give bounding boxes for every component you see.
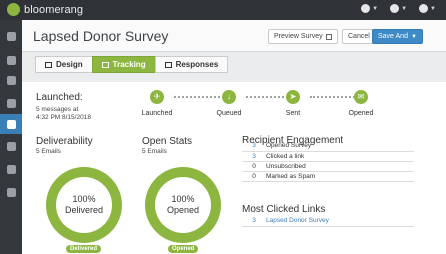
delivered-badge: Delivered bbox=[66, 245, 102, 253]
count-cell: 0 bbox=[242, 171, 266, 182]
tab-design[interactable]: Design bbox=[35, 56, 93, 73]
paper-plane-icon: ➤ bbox=[286, 90, 300, 104]
table-row[interactable]: 3 Opened Survey bbox=[242, 141, 414, 152]
deliverability-title: Deliverability bbox=[36, 136, 93, 147]
table-row: 3 Lapsed Donor Survey bbox=[242, 217, 414, 227]
preview-survey-label: Preview Survey bbox=[274, 33, 323, 40]
open-stats-word: Opened bbox=[166, 205, 200, 215]
queue-icon: ↓ bbox=[222, 90, 236, 104]
sidebar-item-share[interactable] bbox=[0, 136, 22, 156]
deliverability-donut: 100% Delivered bbox=[46, 167, 122, 243]
launched-label: Launched: bbox=[36, 92, 83, 103]
launched-details: 5 messages at 4:32 PM 8/15/2018 bbox=[36, 106, 106, 122]
cancel-button[interactable]: Cancel bbox=[342, 29, 376, 44]
brand-name: bloomerang bbox=[24, 3, 84, 16]
step-opened: ✉ Opened bbox=[336, 90, 386, 117]
sidebar bbox=[0, 20, 22, 254]
table-row: 0 Unsubscribed bbox=[242, 161, 414, 172]
page-title: Lapsed Donor Survey bbox=[33, 28, 169, 44]
sidebar-item-email[interactable] bbox=[0, 114, 22, 134]
deliverability-word: Delivered bbox=[64, 205, 104, 215]
sidebar-item-reports[interactable] bbox=[0, 159, 22, 179]
rocket-icon: ✈ bbox=[150, 90, 164, 104]
count-cell: 0 bbox=[242, 161, 266, 172]
chevron-down-icon: ▼ bbox=[372, 5, 379, 12]
launched-messages: 5 messages at bbox=[36, 106, 79, 113]
bloomerang-logo-icon bbox=[7, 3, 20, 16]
tabs: Design Tracking Responses bbox=[35, 56, 229, 73]
save-and-button[interactable]: Save And ▼ bbox=[372, 29, 423, 44]
user-menu[interactable]: ▼ bbox=[419, 4, 436, 13]
help-menu[interactable]: ▼ bbox=[361, 4, 378, 13]
user-icon bbox=[419, 4, 429, 13]
bell-icon bbox=[390, 4, 400, 13]
step-sent: ➤ Sent bbox=[268, 90, 318, 117]
step-launched: ✈ Launched bbox=[132, 90, 182, 117]
chevron-down-icon: ▼ bbox=[401, 5, 408, 12]
tab-responses[interactable]: Responses bbox=[154, 56, 229, 73]
count-cell[interactable]: 3 bbox=[242, 151, 266, 162]
table-row: 0 Marked as Spam bbox=[242, 171, 414, 182]
save-and-label: Save And bbox=[378, 33, 408, 40]
label-cell: Opened Survey bbox=[266, 141, 414, 152]
tab-design-label: Design bbox=[56, 60, 83, 69]
count-cell[interactable]: 3 bbox=[242, 141, 266, 152]
help-icon bbox=[361, 4, 371, 13]
table-row[interactable]: 3 Clicked a link bbox=[242, 151, 414, 162]
open-stats-title: Open Stats bbox=[142, 136, 193, 147]
sidebar-item-settings[interactable] bbox=[0, 182, 22, 202]
sidebar-item-chart[interactable] bbox=[0, 70, 22, 90]
most-clicked-title: Most Clicked Links bbox=[242, 204, 326, 215]
reports-icon bbox=[6, 164, 16, 174]
open-envelope-icon: ✉ bbox=[354, 90, 368, 104]
step-label: Sent bbox=[285, 110, 301, 117]
deliverability-percent: 100% bbox=[72, 194, 96, 204]
open-stats-percent: 100% bbox=[171, 194, 195, 204]
top-bar: bloomerang ▼ ▼ ▼ bbox=[0, 0, 446, 20]
settings-icon bbox=[6, 187, 16, 197]
donut-center: 100% Opened bbox=[155, 177, 211, 233]
tracking-card: Launched: 5 messages at 4:32 PM 8/15/201… bbox=[22, 82, 446, 254]
count-cell: 3 bbox=[252, 217, 256, 224]
survey-link[interactable]: Lapsed Donor Survey bbox=[266, 217, 329, 226]
checkbox-icon bbox=[164, 61, 172, 68]
open-stats-sub: 5 Emails bbox=[142, 148, 167, 155]
step-label: Opened bbox=[348, 110, 374, 117]
share-icon bbox=[6, 141, 16, 151]
brand[interactable]: bloomerang bbox=[7, 3, 83, 16]
open-stats-donut: 100% Opened bbox=[145, 167, 221, 243]
label-cell: Clicked a link bbox=[266, 151, 414, 162]
preview-survey-button[interactable]: Preview Survey bbox=[268, 29, 338, 44]
main-content: Lapsed Donor Survey Preview Survey Cance… bbox=[22, 20, 446, 254]
tab-tracking-label: Tracking bbox=[112, 60, 146, 69]
notifications-menu[interactable]: ▼ bbox=[390, 4, 407, 13]
documents-icon bbox=[6, 98, 16, 108]
launched-time: 4:32 PM 8/15/2018 bbox=[36, 114, 91, 121]
step-label: Launched bbox=[141, 110, 173, 117]
chevron-down-icon: ▼ bbox=[410, 33, 417, 40]
tab-responses-label: Responses bbox=[175, 60, 219, 69]
step-queued: ↓ Queued bbox=[204, 90, 254, 117]
sidebar-item-people[interactable] bbox=[0, 50, 22, 70]
home-icon bbox=[6, 31, 16, 41]
deliverability-sub: 5 Emails bbox=[36, 148, 61, 155]
external-link-icon bbox=[325, 33, 332, 40]
step-label: Queued bbox=[216, 110, 242, 117]
label-cell: Marked as Spam bbox=[266, 171, 414, 182]
design-icon bbox=[45, 61, 52, 68]
sidebar-item-home[interactable] bbox=[0, 26, 22, 46]
sidebar-item-documents[interactable] bbox=[0, 93, 22, 113]
opened-badge: Opened bbox=[168, 245, 199, 253]
title-bar: Lapsed Donor Survey Preview Survey Cance… bbox=[22, 20, 446, 52]
chart-icon bbox=[6, 75, 16, 85]
engagement-table: 3 Opened Survey 3 Clicked a link 0 Unsubscr… bbox=[242, 141, 414, 182]
email-icon bbox=[6, 119, 16, 129]
people-icon bbox=[6, 55, 16, 65]
tab-tracking[interactable]: Tracking bbox=[91, 56, 156, 73]
chevron-down-icon: ▼ bbox=[430, 5, 436, 12]
donut-center: 100% Delivered bbox=[56, 177, 112, 233]
tracking-chart-icon bbox=[101, 61, 109, 68]
label-cell: Unsubscribed bbox=[266, 161, 414, 172]
cancel-label: Cancel bbox=[348, 33, 370, 40]
